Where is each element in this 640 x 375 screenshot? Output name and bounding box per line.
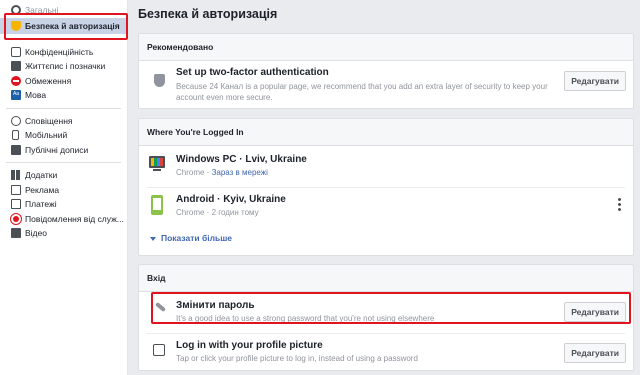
sidebar-item-label: Повідомлення від служ... (25, 213, 124, 224)
video-icon (11, 228, 21, 239)
sidebar-item-ads[interactable]: Реклама (0, 183, 127, 198)
panel-header: Where You're Logged In (139, 119, 633, 146)
panel-header: Рекомендовано (139, 34, 633, 61)
sidebar-item-notifications[interactable]: Сповіщення (0, 114, 127, 129)
more-options-icon[interactable] (618, 197, 621, 211)
session-meta: Chrome · 2 годин тому (176, 208, 259, 217)
sidebar-item-apps[interactable]: Додатки (0, 168, 127, 183)
monitor-stand (153, 169, 161, 171)
tag-icon (11, 61, 21, 72)
session-device: Windows PC · Lviv, Ukraine (176, 154, 307, 165)
sidebar-item-support-inbox[interactable]: Повідомлення від служ... (0, 212, 127, 227)
settings-page: Загальні Безпека й авторизація Конфіденц… (0, 0, 640, 375)
sidebar-item-label: Реклама (25, 184, 60, 195)
highlight-box-password (151, 292, 631, 324)
sidebar-divider (6, 107, 121, 109)
session-row: Android · Kyiv, Ukraine Chrome · 2 годин… (139, 189, 633, 227)
lock-icon (11, 46, 21, 57)
globe-icon (11, 115, 21, 126)
sidebar-item-privacy[interactable]: Конфіденційність (0, 45, 127, 60)
show-more-label: Показати більше (161, 233, 233, 243)
phone-icon (12, 130, 19, 141)
sidebar-divider (6, 162, 121, 163)
edit-two-factor-button[interactable]: Редагувати (564, 71, 626, 91)
session-time: 2 годин тому (211, 208, 259, 217)
session-time: Зараз в мережі (211, 168, 268, 177)
sidebar-item-label: Додатки (25, 170, 58, 181)
profile-picture-login-row: Log in with your profile picture Tap or … (139, 335, 633, 371)
settings-sidebar: Загальні Безпека й авторизація Конфіденц… (0, 0, 128, 375)
sidebar-item-label: Мобільний (25, 130, 68, 141)
recommended-panel: Рекомендовано Set up two-factor authenti… (138, 33, 634, 109)
row-title: Set up two-factor authentication (176, 67, 329, 78)
row-description: Because 24 Канал is a popular page, we r… (176, 82, 548, 102)
caret-down-icon (150, 236, 156, 241)
session-meta: Chrome · Зараз в мережі (176, 168, 268, 177)
sidebar-item-payments[interactable]: Платежі (0, 197, 127, 212)
sidebar-item-timeline[interactable]: Життєпис і позначки (0, 59, 127, 74)
sidebar-item-videos[interactable]: Відео (0, 226, 127, 241)
session-browser: Chrome (176, 168, 205, 177)
session-device: Android · Kyiv, Ukraine (176, 194, 286, 205)
sidebar-item-language[interactable]: Aa Мова (0, 88, 127, 103)
two-factor-row: Set up two-factor authentication Because… (139, 61, 633, 109)
sidebar-item-label: Життєпис і позначки (25, 61, 106, 72)
session-browser: Chrome (176, 208, 205, 217)
row-description: Tap or click your profile picture to log… (176, 354, 418, 363)
ad-icon (11, 184, 21, 195)
logged-in-panel: Where You're Logged In Windows PC · Lviv… (138, 118, 634, 256)
page-title: Безпека й авторизація (138, 7, 278, 21)
rss-icon (11, 144, 21, 155)
sidebar-item-label: Публічні дописи (25, 144, 89, 155)
sidebar-item-label: Мова (25, 90, 47, 101)
row-title: Log in with your profile picture (176, 340, 323, 351)
sidebar-item-mobile[interactable]: Мобільний (0, 128, 127, 143)
row-divider (147, 333, 625, 334)
show-more-link[interactable]: Показати більше (150, 233, 232, 243)
highlight-box-sidebar (4, 13, 128, 40)
apps-icon (11, 170, 21, 181)
row-divider (147, 187, 625, 188)
shield-outline-icon (154, 74, 165, 87)
sidebar-item-blocking[interactable]: Обмеження (0, 74, 127, 89)
sidebar-item-label: Платежі (25, 199, 57, 210)
sidebar-item-label: Обмеження (25, 75, 72, 86)
help-icon (11, 213, 21, 224)
block-icon (11, 75, 21, 86)
edit-profile-login-button[interactable]: Редагувати (564, 343, 626, 363)
panel-header: Вхід (139, 265, 633, 292)
payment-icon (11, 199, 21, 210)
sidebar-item-public-posts[interactable]: Публічні дописи (0, 143, 127, 158)
sidebar-item-label: Конфіденційність (25, 46, 94, 57)
sidebar-item-label: Відео (25, 228, 47, 239)
android-phone-screen (153, 198, 161, 210)
monitor-icon (149, 156, 165, 168)
session-row: Windows PC · Lviv, Ukraine Chrome · Зара… (139, 146, 633, 184)
profile-picture-icon (153, 344, 165, 356)
sidebar-item-label: Сповіщення (25, 115, 73, 126)
language-icon: Aa (11, 90, 21, 101)
